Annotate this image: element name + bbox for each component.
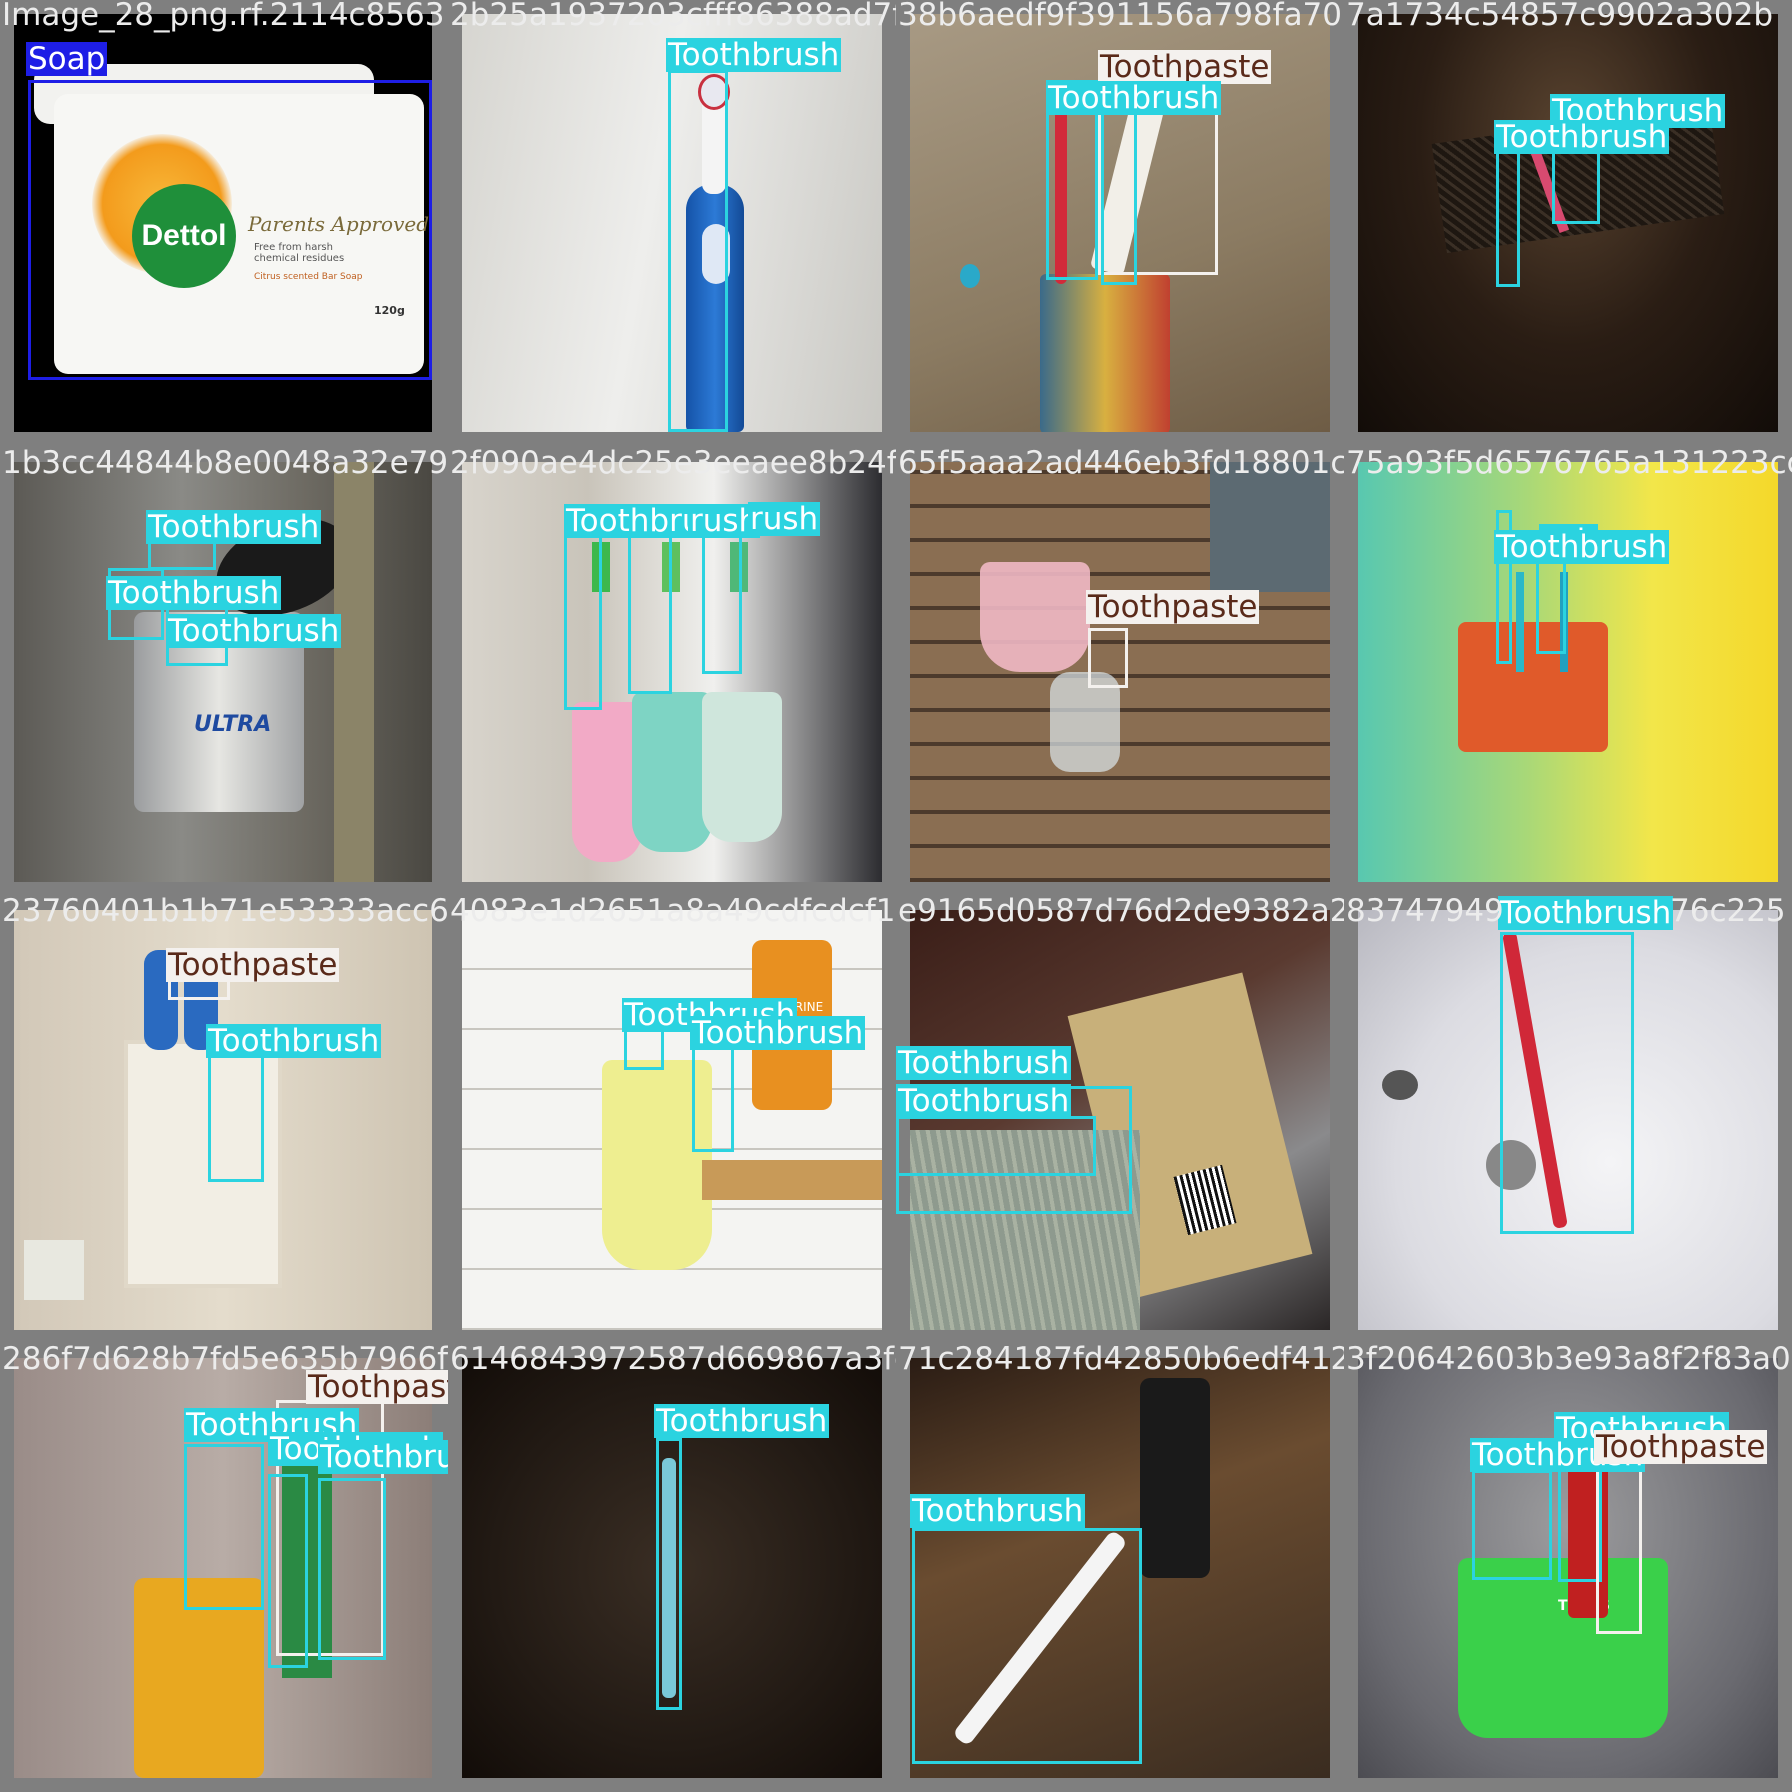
mosaic-tile-15: Toothbrush 71c284187fd42850b6edf4121 [896,1344,1344,1792]
bbox-toothbrush [656,1438,682,1710]
mosaic-tile-11: Toothbrush Toothbrush e9165d0587d76d2de9… [896,896,1344,1344]
label-toothbrush: Toothbrush [1498,896,1674,931]
bbox-toothbrush [628,514,672,694]
tin-label: ULTRA [194,712,272,737]
bbox-toothbrush [268,1474,308,1668]
overflow-hole [1382,1070,1418,1100]
label-toothbrush: Toothbrush [206,1023,382,1059]
mosaic-tile-5: ULTRA Toothbrush Toothbrush Toothbrush 1… [0,448,448,896]
bbox-toothpaste [1088,628,1128,688]
label-toothbrush: Toothbrush [1494,529,1670,565]
blue-hook [960,264,980,288]
label-toothbrush: Toothbrush [666,37,842,73]
label-toothbrush: Toothbrush [654,1403,830,1439]
mosaic-tile-8: ush Toothbrush 75a93f5d6576765a131223cc [1344,448,1792,896]
label-toothpaste: Toothpaste [166,947,340,983]
bbox-toothbrush [668,70,728,432]
label-toothbrush: Toothbrush [106,575,282,611]
label-toothpaste: Toothpaste [1594,1429,1768,1465]
mosaic-tile-12: Toothbrush 83747949 76c225 [1344,896,1792,1344]
mosaic-tile-9: Toothpaste Toothbrush 23760401b1b71e5333… [0,896,448,1344]
bbox-toothbrush [564,514,602,710]
label-toothpaste: Toothpaste [1098,49,1272,85]
mosaic-tile-14: Toothbrush 6146843972587d669867a3fe [448,1344,896,1792]
teal-toothbrush [1516,572,1524,672]
bbox-toothbrush [1472,1470,1552,1580]
label-toothbrush: Toothbrush [1494,119,1670,155]
bbox-soap [28,80,432,380]
bbox-toothbrush [692,1042,734,1152]
bbox-toothpaste [1596,1466,1642,1634]
clear-cup [702,692,782,842]
mosaic-tile-4: Toothbrush Toothbrush 7a1734c54857c9902a… [1344,0,1792,448]
label-toothpaste: Toothpaste [1086,589,1260,625]
bbox-toothbrush [912,1528,1142,1764]
switch-board [24,1240,84,1300]
bbox-toothbrush [208,1042,264,1182]
cloth [1210,462,1330,592]
mosaic-tile-7: Toothpaste 65f5aaa2ad446eb3fd18801c [896,448,1344,896]
wooden-shelf [702,1160,882,1200]
bbox-toothbrush [1500,932,1634,1234]
bbox-toothbrush [1552,150,1600,224]
orange-tray [1458,622,1608,752]
label-toothbrush: rush [748,501,821,537]
mosaic-tile-13: Toothpaste Toothbrush Toothbrush Toothbr… [0,1344,448,1792]
pink-mug [980,562,1090,672]
mosaic-tile-1: Dettol Parents Approved Free from harsh … [0,0,448,448]
bamboo-pole [334,462,374,882]
teal-cup [632,692,712,852]
machine-head [1140,1378,1210,1578]
tiled-wall-photo: LISTERINE [462,910,882,1330]
bbox-toothbrush [318,1478,386,1660]
printed-cup [1040,274,1170,432]
label-toothbrush: Toothbrush [896,1083,1072,1119]
label-toothbrush: Toothbrush [166,613,342,649]
label-toothpaste: Toothpaste [306,1370,448,1404]
label-toothbrush: Toothbrush [146,509,322,545]
label-soap: Soap [26,41,108,77]
label-toothbrush: Toothbrush [910,1493,1086,1529]
mosaic-tile-10: LISTERINE Toothbrush Toothbrush 4083e1d2… [448,896,896,1344]
mosaic-tile-3: Toothpaste Toothbrush 38b6aedf9f391156a7… [896,0,1344,448]
bbox-toothbrush [1101,110,1137,285]
label-toothbrush: Toothbrush [1046,80,1222,116]
label-toothbrush: Toothbrush [896,1045,1072,1081]
label-toothbrush: Toothbrush [690,1015,866,1051]
bbox-toothbrush [184,1444,264,1610]
mosaic-tile-16: TWINS Toothbrush Toothbrush Toothpaste 3… [1344,1344,1792,1792]
mosaic-tile-6: Toothbrush rush rush 2f090ae4dc25e3eeaee… [448,448,896,896]
mosaic-tile-2: Toothbrush 2b25a1937203cfff86388ad7f3 [448,0,896,448]
label-toothbrush: Toothbrush [318,1440,448,1474]
